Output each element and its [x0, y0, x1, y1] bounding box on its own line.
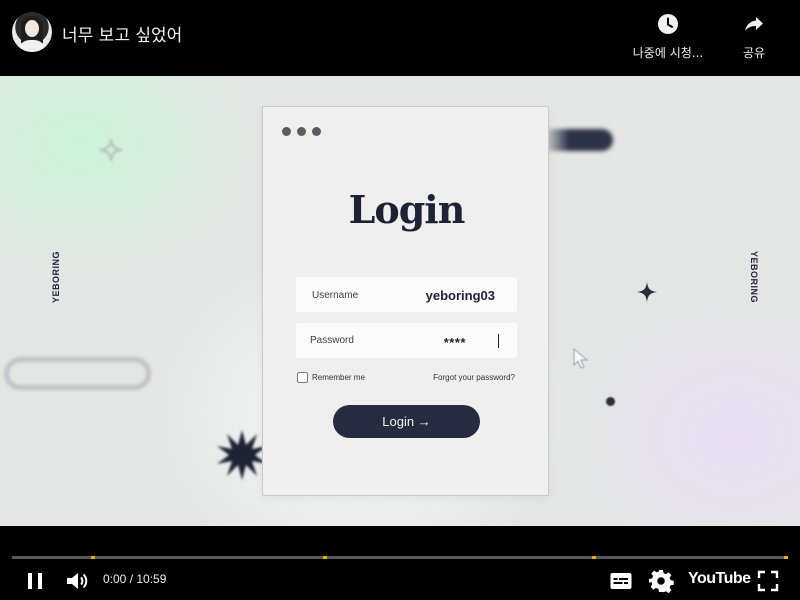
channel-avatar[interactable] [12, 12, 52, 52]
side-label-right: YEBORING [749, 250, 760, 304]
share-button[interactable]: 공유 [734, 12, 774, 61]
fullscreen-icon[interactable] [755, 568, 781, 594]
login-card: Login Username yeboring03 Password **** … [262, 106, 549, 496]
starburst-icon [217, 430, 267, 480]
share-label: 공유 [742, 46, 766, 60]
video-title[interactable]: 너무 보고 싶었어 [62, 21, 182, 46]
progress-bar[interactable] [12, 556, 788, 559]
player-controls: 0:00 / 10:59 YouTube [0, 562, 800, 600]
side-label-left: YEBORING [51, 250, 62, 304]
settings-icon[interactable] [648, 568, 674, 594]
mouse-pointer-icon [573, 348, 589, 369]
video-top-bar: 너무 보고 싶었어 나중에 시청... 공유 [0, 0, 800, 76]
username-label: Username [312, 290, 359, 301]
share-arrow-icon [745, 17, 763, 31]
password-field[interactable]: Password **** [296, 323, 517, 358]
chapter-marker [91, 556, 95, 559]
clock-icon [658, 14, 678, 34]
window-dots [282, 123, 327, 141]
video-frame[interactable]: YEBORING YEBORING Login Username yeborin… [0, 76, 800, 526]
decorative-pill-outline [4, 357, 151, 390]
sparkle-outline-icon [99, 138, 123, 162]
time-display: 0:00 / 10:59 [103, 572, 167, 586]
remember-label: Remember me [312, 373, 365, 382]
remember-checkbox[interactable] [297, 372, 308, 383]
username-value: yeboring03 [425, 288, 495, 303]
chapter-marker [323, 556, 327, 559]
youtube-logo[interactable]: YouTube [688, 570, 751, 588]
chapter-marker [784, 556, 788, 559]
login-title: Login [348, 187, 466, 232]
username-field[interactable]: Username yeboring03 [296, 277, 517, 312]
chapter-marker [592, 556, 596, 559]
text-caret [498, 334, 499, 348]
watch-later-label: 나중에 시청... [632, 46, 704, 60]
login-button[interactable]: Login → [333, 405, 480, 438]
pause-icon[interactable] [22, 568, 48, 594]
subtitles-icon[interactable] [608, 568, 634, 594]
decorative-dot [606, 397, 615, 406]
forgot-password-link[interactable]: Forgot your password? [433, 373, 515, 382]
watch-later-button[interactable]: 나중에 시청... [628, 12, 708, 61]
password-label: Password [310, 335, 354, 346]
sparkle-dark-icon [637, 282, 657, 302]
password-value: **** [443, 335, 466, 350]
volume-icon[interactable] [64, 568, 90, 594]
